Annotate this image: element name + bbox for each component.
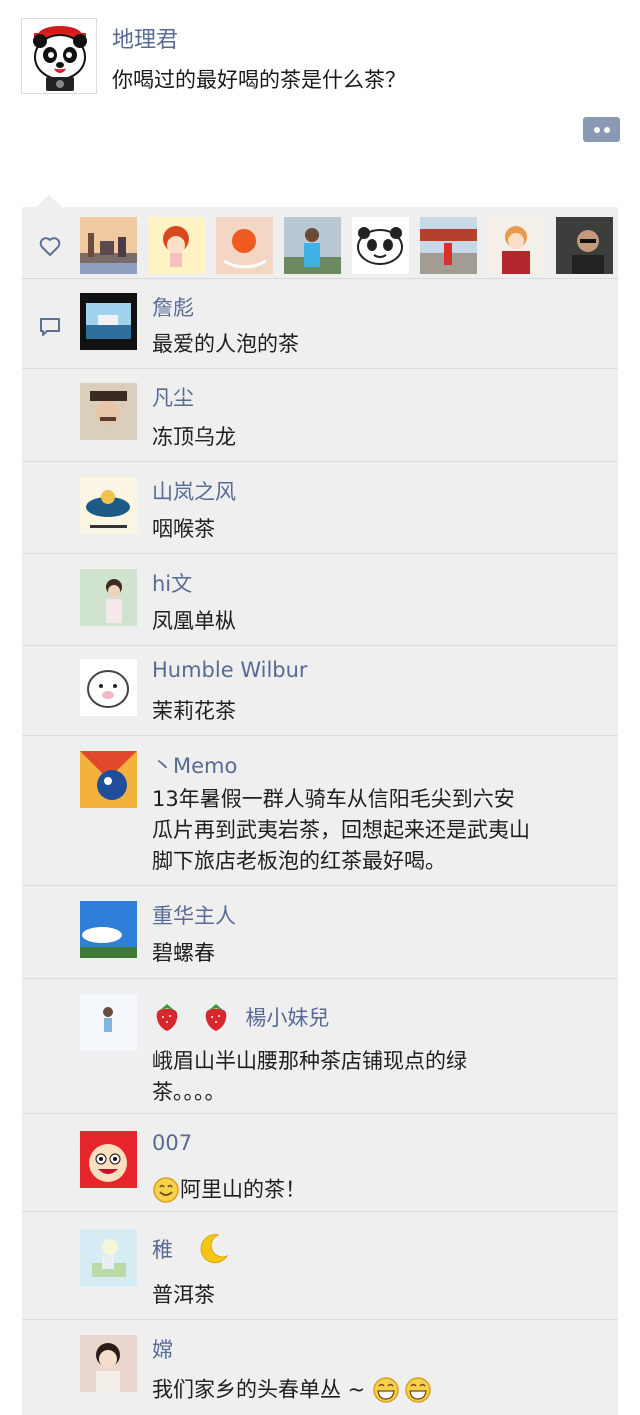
commenter-avatar[interactable] (80, 1229, 137, 1286)
man-glasses-image (556, 217, 613, 274)
commenter-name: 楊小妹兒 (152, 1001, 329, 1033)
comment-item: 凡尘 冻顶乌龙 (22, 369, 618, 462)
cartoon-girl-image (148, 217, 205, 274)
anime-boy-image (488, 217, 545, 274)
comment-text-content: 阿里山的茶！ (180, 1177, 306, 1202)
girl-garden-image (80, 569, 137, 626)
commenter-name[interactable]: 重华主人 (152, 900, 236, 930)
panda-avatar-icon (22, 19, 96, 93)
commenter-avatar[interactable] (80, 994, 137, 1051)
like-avatar[interactable] (420, 217, 477, 274)
commenter-avatar[interactable] (80, 383, 137, 440)
city-gate-image (420, 217, 477, 274)
grin-emoji-icon (373, 1377, 399, 1403)
comment-text: 茉莉花茶 (152, 699, 236, 723)
comment-text: 凤凰单枞 (152, 609, 236, 633)
commenter-name-label[interactable]: 稚 (152, 1238, 173, 1262)
like-avatar[interactable] (556, 217, 613, 274)
smile-emoji-icon (153, 1177, 179, 1203)
comment-text: 最爱的人泡的茶 (152, 332, 299, 356)
commenter-name[interactable]: 凡尘 (152, 382, 194, 412)
sunburst-cartoon-image (80, 751, 137, 808)
man-outdoor-image (284, 217, 341, 274)
grin-emoji-icon (405, 1377, 431, 1403)
man-hat-image (80, 383, 137, 440)
comment-text-line: 13年暑假一群人骑车从信阳毛尖到六安 (152, 787, 515, 811)
comment-text-line: 瓜片再到武夷岩茶，回想起来还是武夷山 (152, 818, 530, 842)
comment-item: hi文 凤凰单枞 (22, 554, 618, 646)
comment-text: 碧螺春 (152, 941, 215, 965)
comment-text: 普洱茶 (152, 1283, 215, 1307)
comment-item: 楊小妹兒 峨眉山半山腰那种茶店铺现点的绿 茶。。。。 (22, 979, 618, 1114)
commenter-avatar[interactable] (80, 1131, 137, 1188)
pastel-illustration-image (80, 1229, 137, 1286)
commenter-name[interactable]: 丶Memo (152, 750, 237, 780)
likes-row (22, 207, 618, 279)
interaction-panel: 詹彪 最爱的人泡的茶 凡尘 冻顶乌龙 山岚之风 咽喉茶 hi文 凤凰单枞 Hum… (22, 207, 618, 1415)
comment-item: 稚 普洱茶 (22, 1212, 618, 1320)
small-figure-image (80, 994, 137, 1051)
comment-text-content: 我们家乡的头春单丛 ~ (152, 1377, 366, 1402)
post-author-name[interactable]: 地理君 (112, 22, 178, 54)
strawberry-icon (205, 1004, 226, 1031)
post-author-avatar[interactable] (21, 18, 97, 94)
like-avatar[interactable] (284, 217, 341, 274)
comment-text-line: 峨眉山半山腰那种茶店铺现点的绿 (152, 1049, 467, 1073)
dot-icon (594, 127, 600, 133)
like-avatar[interactable] (216, 217, 273, 274)
comment-item: 山岚之风 咽喉茶 (22, 462, 618, 554)
girl-portrait-image (80, 1335, 137, 1392)
panel-pointer (36, 195, 62, 207)
commenter-avatar[interactable] (80, 901, 137, 958)
london-skyline-image (80, 217, 137, 274)
comment-text-line: 脚下旅店老板泡的红茶最好喝。 (152, 849, 446, 873)
heart-icon (39, 237, 61, 256)
commenter-name[interactable]: 山岚之风 (152, 476, 236, 506)
cartoon-cat-image (80, 659, 137, 716)
orange-ball-image (216, 217, 273, 274)
comment-item: 007 阿里山的茶！ (22, 1114, 618, 1212)
comment-item: 重华主人 碧螺春 (22, 886, 618, 979)
dot-icon (604, 127, 610, 133)
strawberry-icon (156, 1004, 178, 1031)
comment-text-line: 茶。。。。 (152, 1080, 226, 1104)
like-avatar[interactable] (488, 217, 545, 274)
comment-item: 丶Memo 13年暑假一群人骑车从信阳毛尖到六安 瓜片再到武夷岩茶，回想起来还是… (22, 736, 618, 886)
commenter-avatar[interactable] (80, 293, 137, 350)
comment-text: 峨眉山半山腰那种茶店铺现点的绿 茶。。。。 (152, 1046, 607, 1108)
framed-landscape-image (80, 293, 137, 350)
comment-text: 冻顶乌龙 (152, 425, 236, 449)
panda-image (352, 217, 409, 274)
like-avatar[interactable] (352, 217, 409, 274)
commenter-name[interactable]: 嫦 (152, 1334, 173, 1364)
commenter-avatar[interactable] (80, 659, 137, 716)
comment-text: 咽喉茶 (152, 517, 215, 541)
post-text: 你喝过的最好喝的茶是什么茶？ (112, 68, 406, 92)
sky-landscape-image (80, 901, 137, 958)
like-avatar[interactable] (148, 217, 205, 274)
commenter-avatar[interactable] (80, 569, 137, 626)
commenter-avatar[interactable] (80, 1335, 137, 1392)
moon-icon (200, 1234, 228, 1264)
commenter-name[interactable]: 詹彪 (152, 292, 194, 322)
comment-text: 阿里山的茶！ (152, 1174, 607, 1206)
commenter-name[interactable]: hi文 (152, 568, 192, 598)
comment-text: 我们家乡的头春单丛 ~ (152, 1374, 607, 1406)
cartoon-boy-image (80, 1131, 137, 1188)
comment-item: Humble Wilbur 茉莉花茶 (22, 646, 618, 736)
commenter-name[interactable]: Humble Wilbur (152, 658, 308, 682)
comment-text: 13年暑假一群人骑车从信阳毛尖到六安 瓜片再到武夷岩茶，回想起来还是武夷山 脚下… (152, 784, 607, 877)
comment-item: 詹彪 最爱的人泡的茶 (22, 279, 618, 369)
commenter-avatar[interactable] (80, 751, 137, 808)
comment-item: 嫦 我们家乡的头春单丛 ~ (22, 1320, 618, 1415)
commenter-name[interactable]: 007 (152, 1131, 192, 1155)
commenter-name-label[interactable]: 楊小妹兒 (245, 1006, 329, 1030)
island-illustration-image (80, 477, 137, 534)
commenter-avatar[interactable] (80, 477, 137, 534)
like-avatar[interactable] (80, 217, 137, 274)
more-actions-button[interactable] (583, 117, 620, 142)
commenter-name: 稚 (152, 1232, 230, 1266)
